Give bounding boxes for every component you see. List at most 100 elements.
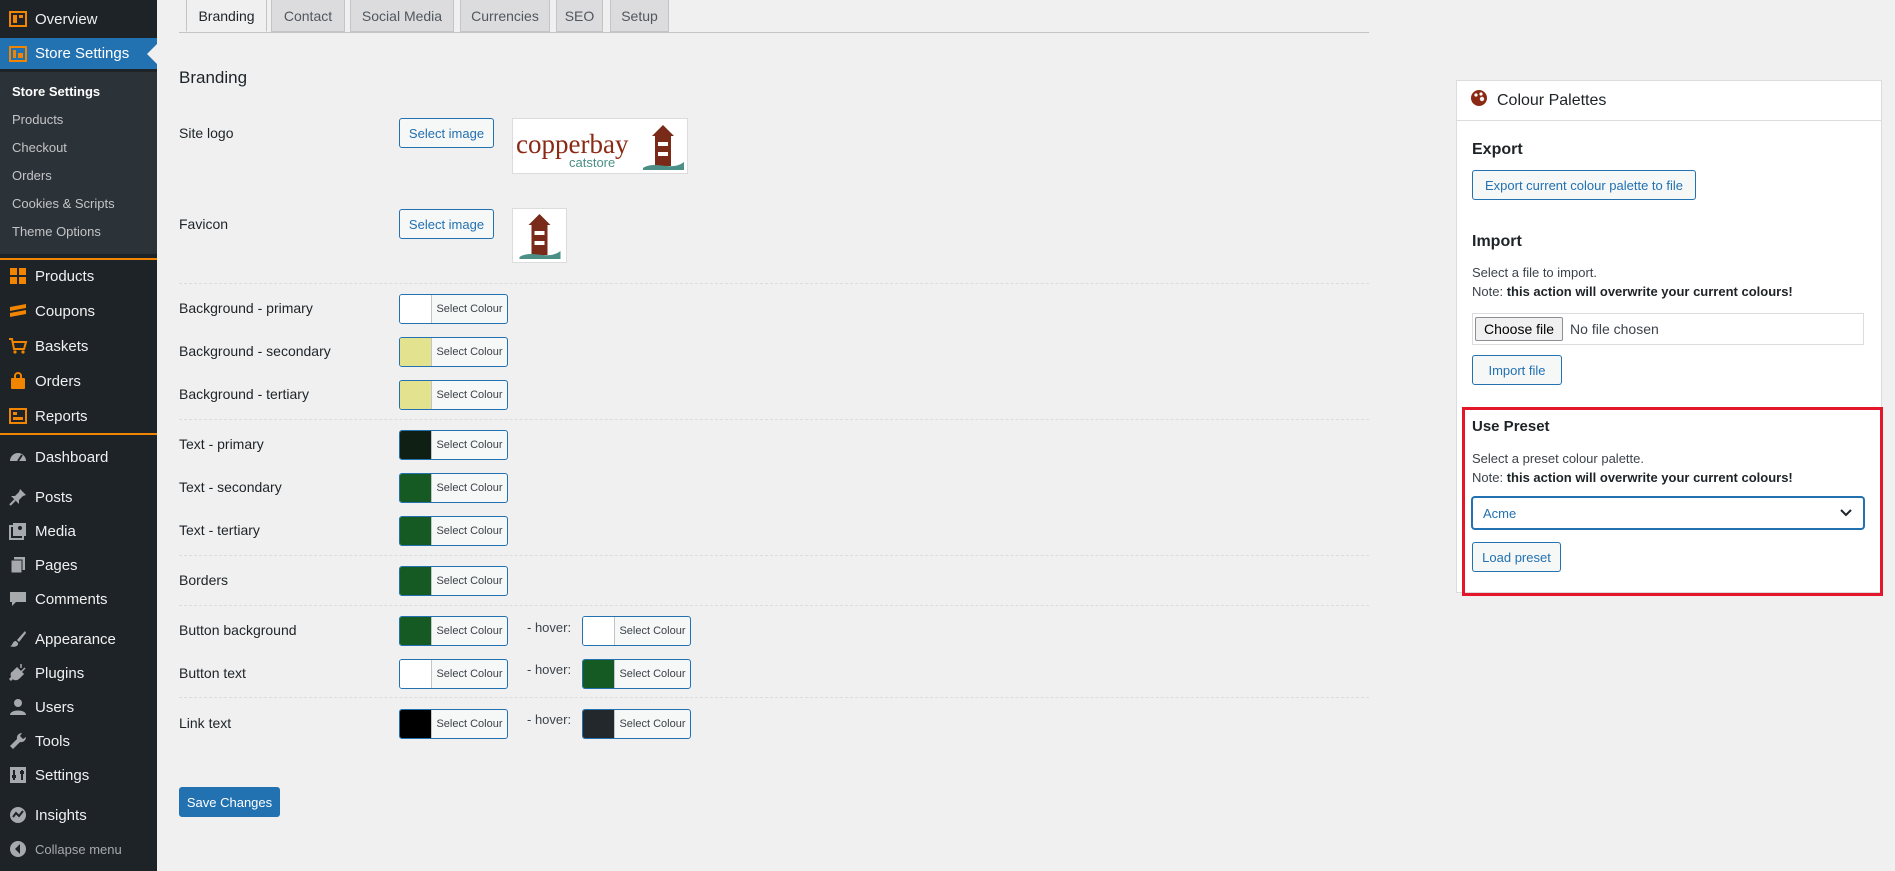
sidebar-item-label: Tools [35,732,71,750]
file-input[interactable]: Choose file No file chosen [1472,313,1864,345]
sidebar-item-comments[interactable]: Comments [0,585,157,613]
sidebar-item-baskets[interactable]: Baskets [0,332,157,360]
sidebar-item-coupons[interactable]: Coupons [0,297,157,325]
tab-social-media[interactable]: Social Media [350,0,454,32]
sidebar-item-label: Products [35,267,95,285]
button-bg-label: Button background [179,622,297,638]
sidebar-item-label: Reports [35,407,88,425]
sidebar-item-insights[interactable]: Insights [0,801,157,829]
submenu-item-checkout[interactable]: Checkout [12,140,67,155]
bg-primary-colour-button[interactable]: Select Colour [399,294,508,324]
select-logo-button[interactable]: Select image [399,118,494,148]
coupon-icon [7,300,29,322]
bg-tertiary-colour-button[interactable]: Select Colour [399,380,508,410]
tab-branding[interactable]: Branding [186,0,267,32]
favicon-preview [512,208,567,263]
sidebar-item-orders[interactable]: Orders [0,367,157,395]
select-colour-label: Select Colour [436,482,503,494]
colour-swatch [400,381,432,409]
sidebar-item-store-settings[interactable]: Store Settings [0,38,157,69]
sidebar-item-products[interactable]: Products [0,262,157,290]
select-colour-label: Select Colour [436,668,503,680]
text-tertiary-label: Text - tertiary [179,522,260,538]
text-primary-label: Text - primary [179,436,264,452]
sidebar-item-label: Baskets [35,337,89,355]
tab-currencies[interactable]: Currencies [460,0,550,32]
text-secondary-colour-button[interactable]: Select Colour [399,473,508,503]
select-favicon-button[interactable]: Select image [399,209,494,239]
button-bg-hover-colour-button[interactable]: Select Colour [582,616,691,646]
sidebar-item-appearance[interactable]: Appearance [0,625,157,653]
preset-text: Select a preset colour palette. [1472,451,1644,466]
section-separator [179,697,1369,698]
save-changes-button[interactable]: Save Changes [179,787,280,817]
button-bg-colour-button[interactable]: Select Colour [399,616,508,646]
sidebar-item-tools[interactable]: Tools [0,727,157,755]
text-primary-colour-button[interactable]: Select Colour [399,430,508,460]
use-preset-heading: Use Preset [1472,418,1550,435]
select-colour-label: Select Colour [619,718,686,730]
button-text-hover-colour-button[interactable]: Select Colour [582,659,691,689]
sidebar-item-label: Appearance [35,630,116,648]
choose-file-button[interactable]: Choose file [1475,317,1564,341]
note-warning: this action will overwrite your current … [1506,470,1793,485]
text-tertiary-colour-button[interactable]: Select Colour [399,516,508,546]
tab-contact[interactable]: Contact [271,0,345,32]
link-text-hover-colour-button[interactable]: Select Colour [582,709,691,739]
import-note: Note: this action will overwrite your cu… [1472,284,1793,299]
site-logo-label: Site logo [179,125,234,141]
sidebar-item-label: Users [35,698,75,716]
sidebar-item-media[interactable]: Media [0,517,157,545]
bg-secondary-colour-button[interactable]: Select Colour [399,337,508,367]
submenu-item-store-settings[interactable]: Store Settings [12,84,100,99]
import-file-button[interactable]: Import file [1472,355,1562,385]
dashboard-icon [7,446,29,468]
store-settings-submenu: Store Settings Products Checkout Orders … [0,72,157,254]
button-text-colour-button[interactable]: Select Colour [399,659,508,689]
select-colour-label: Select Colour [436,303,503,315]
sidebar-item-label: Dashboard [35,448,109,466]
bag-icon [7,370,29,392]
submenu-item-cookies-scripts[interactable]: Cookies & Scripts [12,196,115,211]
sidebar-item-reports[interactable]: Reports [0,402,157,430]
select-colour-label: Select Colour [436,389,503,401]
sidebar-item-label: Coupons [35,302,96,320]
colour-swatch [583,660,615,688]
sidebar-item-plugins[interactable]: Plugins [0,659,157,687]
sidebar-item-pages[interactable]: Pages [0,551,157,579]
link-text-colour-button[interactable]: Select Colour [399,709,508,739]
submenu-item-theme-options[interactable]: Theme Options [12,224,101,239]
overview-icon [7,8,29,30]
import-text: Select a file to import. [1472,265,1597,280]
plug-icon [7,662,29,684]
colour-swatch [400,295,432,323]
tab-setup[interactable]: Setup [610,0,669,32]
store-settings-icon [7,43,29,65]
colour-swatch [400,660,432,688]
collapse-menu-button[interactable]: Collapse menu [0,835,157,863]
preset-select[interactable]: Acme [1472,497,1864,529]
collapse-icon [7,838,29,860]
sidebar-item-overview[interactable]: Overview [0,5,157,33]
sidebar-item-label: Media [35,522,76,540]
sidebar-item-dashboard[interactable]: Dashboard [0,443,157,471]
sidebar-item-label: Settings [35,766,90,784]
submenu-item-orders[interactable]: Orders [12,168,52,183]
tab-seo[interactable]: SEO [556,0,603,32]
section-separator [179,555,1369,556]
borders-colour-button[interactable]: Select Colour [399,566,508,596]
sidebar-item-settings[interactable]: Settings [0,761,157,789]
import-heading: Import [1472,233,1522,250]
sidebar-item-users[interactable]: Users [0,693,157,721]
preset-select-value: Acme [1483,505,1517,521]
load-preset-button[interactable]: Load preset [1472,542,1561,572]
link-text-label: Link text [179,715,232,731]
colour-swatch [400,567,432,595]
export-palette-button[interactable]: Export current colour palette to file [1472,170,1696,200]
no-file-text: No file chosen [1570,321,1659,337]
collapse-label: Collapse menu [35,841,122,857]
select-colour-label: Select Colour [619,625,686,637]
sidebar-item-posts[interactable]: Posts [0,483,157,511]
colour-swatch [400,474,432,502]
submenu-item-products[interactable]: Products [12,112,63,127]
